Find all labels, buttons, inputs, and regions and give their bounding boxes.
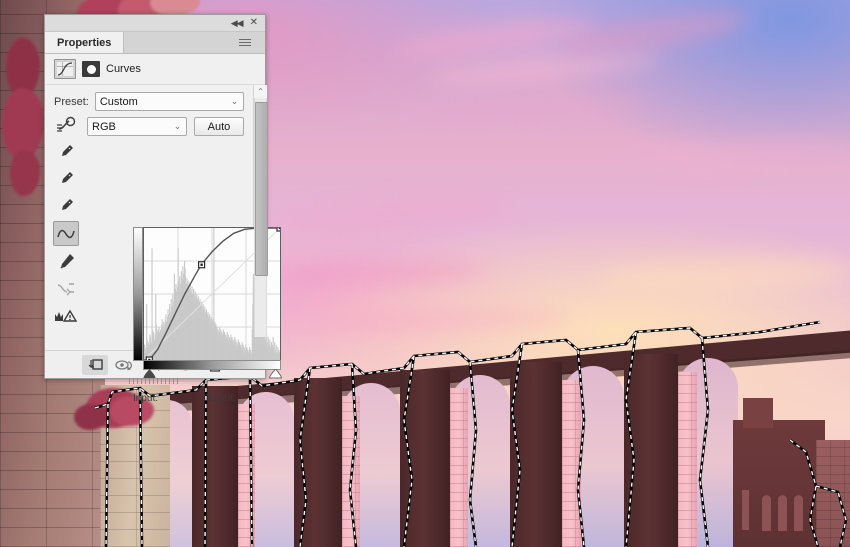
curves-adjustment-icon[interactable] [54, 59, 76, 79]
curves-tool-rail[interactable] [49, 113, 83, 327]
scrollbar-track[interactable] [254, 98, 268, 337]
panel-tab-bar[interactable]: Properties [45, 32, 265, 54]
aqueduct-pier [624, 354, 678, 547]
tab-bar-spacer [124, 32, 239, 53]
close-icon[interactable]: ✕ [250, 18, 258, 28]
properties-panel[interactable]: ◀◀ ✕ Properties Curves Preset: Custom ⌄ … [44, 14, 282, 404]
preset-label: Preset: [54, 95, 89, 108]
layer-mask-icon[interactable] [82, 61, 100, 77]
clipping-warning-icon[interactable] [54, 304, 78, 327]
aqueduct-pier [400, 370, 450, 547]
edit-points-curve-icon[interactable] [53, 221, 79, 246]
channel-select[interactable]: RGB ⌄ [87, 117, 187, 136]
aqueduct-pier [510, 362, 562, 547]
collapse-to-icons-icon[interactable]: ◀◀ [231, 18, 244, 28]
aqueduct-pier [192, 386, 238, 547]
channel-value: RGB [92, 120, 116, 133]
clip-to-layer-button[interactable] [82, 354, 108, 375]
building-window [778, 495, 787, 531]
output-label: Output: [203, 393, 236, 404]
preset-value: Custom [99, 95, 138, 108]
building-window [742, 490, 749, 530]
pillar-lit-face [678, 372, 697, 547]
aqueduct-pier [294, 378, 342, 547]
pillar-lit-face [342, 396, 360, 547]
panel-scrollbar[interactable]: ⌃ ⌄ [253, 85, 268, 350]
curves-controls: Preset: Custom ⌄ RGB ⌄ Auto Input: Outpu… [45, 85, 282, 404]
pillar-lit-face [450, 388, 468, 547]
smooth-curve-values-icon[interactable] [54, 277, 78, 300]
input-output-readout: Input: Output: [133, 393, 283, 404]
screenshot-root: ◀◀ ✕ Properties Curves Preset: Custom ⌄ … [0, 0, 850, 547]
gray-point-eyedropper-icon[interactable] [54, 167, 78, 190]
pillar-lit-face [238, 404, 255, 547]
panel-body: Preset: Custom ⌄ RGB ⌄ Auto Input: Outpu… [45, 85, 282, 404]
auto-button[interactable]: Auto [194, 117, 244, 136]
page-title: Curves [106, 63, 141, 75]
hamburger-menu-icon[interactable] [239, 32, 265, 53]
tab-properties[interactable]: Properties [45, 32, 125, 53]
panel-titlebar[interactable]: ◀◀ ✕ [45, 15, 265, 32]
white-point-eyedropper-icon[interactable] [54, 194, 78, 217]
chevron-down-icon: ⌄ [230, 96, 239, 106]
scrollbar-thumb[interactable] [255, 102, 268, 276]
pencil-draw-curve-icon[interactable] [54, 250, 78, 273]
background-building-upper [743, 398, 773, 428]
building-window [762, 495, 771, 531]
brick-annex [816, 440, 850, 547]
preset-select[interactable]: Custom ⌄ [94, 92, 244, 111]
chevron-down-icon: ⌄ [173, 121, 182, 131]
output-gradient-ramp [133, 227, 143, 361]
panel-header: Curves [45, 54, 265, 85]
white-point-slider[interactable] [269, 369, 282, 380]
targeted-adjustment-tool-icon[interactable] [54, 113, 78, 136]
building-window [794, 495, 803, 531]
scroll-up-icon[interactable]: ⌃ [254, 85, 267, 98]
input-label: Input: [133, 393, 159, 404]
input-gradient-ramp [143, 360, 281, 370]
black-point-eyedropper-icon[interactable] [54, 140, 78, 163]
pillar-lit-face [562, 380, 581, 547]
panel-resize-grip[interactable] [129, 378, 181, 384]
